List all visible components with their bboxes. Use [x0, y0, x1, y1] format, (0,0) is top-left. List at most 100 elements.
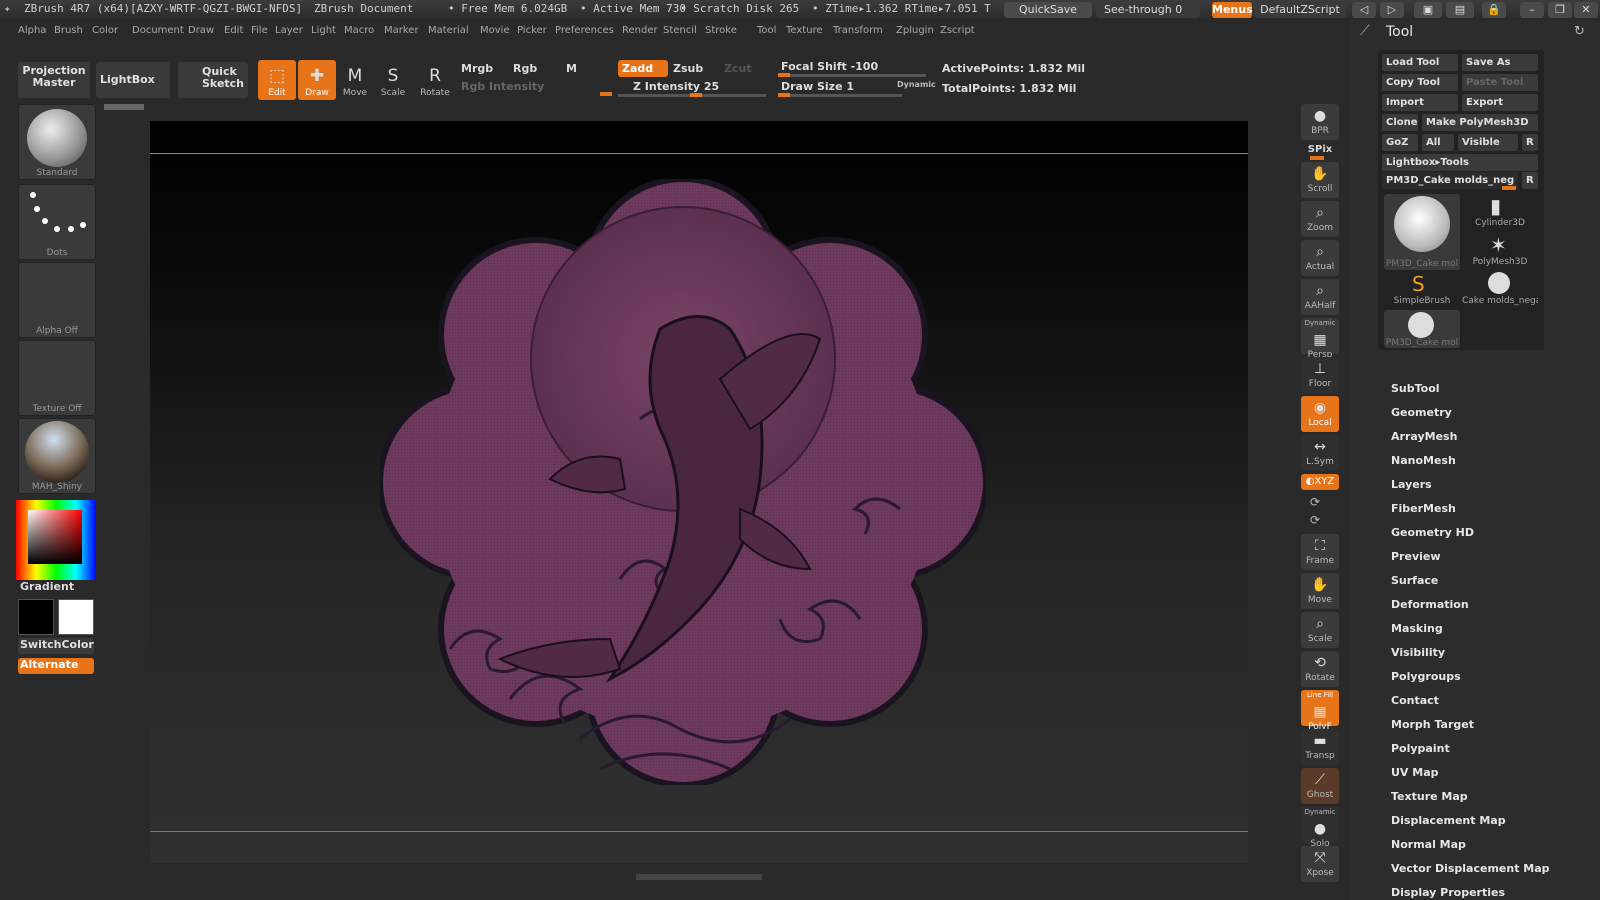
stroke-slot[interactable]: Dots — [18, 184, 96, 260]
layout2-icon[interactable]: ▤ — [1446, 2, 1474, 18]
pm3d-thumb-2[interactable]: PM3D_Cake mol — [1384, 310, 1460, 348]
lightbox-tools-button[interactable]: Lightbox▸Tools — [1382, 154, 1538, 171]
bpr-button[interactable]: ● BPR — [1301, 104, 1339, 140]
xyz-button[interactable]: ◐XYZ — [1301, 474, 1339, 490]
panel-reset-icon[interactable]: ↻ — [1574, 24, 1585, 39]
cake-molds-thumb[interactable]: Cake molds_nega — [1462, 272, 1538, 308]
aahalf-button[interactable]: ⌕ AAHalf — [1301, 279, 1339, 315]
switchcolor-button[interactable]: SwitchColor — [18, 638, 94, 654]
section-displacement-map[interactable]: Displacement Map — [1391, 814, 1506, 827]
menu-document[interactable]: Document — [132, 25, 184, 36]
layout-icon[interactable]: ▣ — [1414, 2, 1442, 18]
section-preview[interactable]: Preview — [1391, 550, 1441, 563]
export-button[interactable]: Export — [1462, 94, 1538, 111]
dynamic-toggle[interactable]: Dynamic — [897, 80, 936, 89]
secondary-color-swatch[interactable] — [58, 599, 94, 635]
goz-r-button[interactable]: R — [1522, 134, 1538, 151]
primary-color-swatch[interactable] — [18, 599, 54, 635]
rotate-button[interactable]: R Rotate — [416, 60, 454, 100]
spix-slider[interactable]: SPix — [1302, 144, 1338, 155]
section-geometry[interactable]: Geometry — [1391, 406, 1452, 419]
goz-all-button[interactable]: All — [1422, 134, 1454, 151]
goz-button[interactable]: GoZ — [1382, 134, 1418, 151]
transp-button[interactable]: ▬ Transp — [1301, 729, 1339, 765]
menu-render[interactable]: Render — [622, 25, 658, 36]
m-button[interactable]: M — [566, 62, 577, 75]
persp-button[interactable]: Dynamic ▦ Persp — [1301, 318, 1339, 360]
z-intensity-slider[interactable]: Z Intensity 25 — [633, 80, 719, 93]
quick-sketch-button[interactable]: Quick Sketch — [178, 62, 248, 98]
koi-relief-model[interactable] — [380, 179, 986, 785]
color-picker[interactable] — [16, 500, 96, 580]
menus-button[interactable]: Menus — [1212, 2, 1253, 18]
brush-slot[interactable]: Standard — [18, 104, 96, 180]
menu-draw[interactable]: Draw — [188, 25, 214, 36]
move-button[interactable]: M Move — [336, 60, 374, 100]
section-geometry-hd[interactable]: Geometry HD — [1391, 526, 1474, 539]
zsub-button[interactable]: Zsub — [673, 62, 703, 75]
menu-edit[interactable]: Edit — [224, 25, 243, 36]
scroll-button[interactable]: ✋ Scroll — [1301, 162, 1339, 198]
ghost-button[interactable]: ⟋ Ghost — [1301, 768, 1339, 804]
menu-texture[interactable]: Texture — [786, 25, 823, 36]
section-contact[interactable]: Contact — [1391, 694, 1439, 707]
menu-tool[interactable]: Tool — [757, 25, 776, 36]
shelf-right-icon[interactable]: ▷ — [1380, 2, 1404, 18]
menu-material[interactable]: Material — [428, 25, 469, 36]
goz-visible-button[interactable]: Visible — [1458, 134, 1518, 151]
lsym-button[interactable]: ↔ L.Sym — [1301, 435, 1339, 471]
menu-zscript[interactable]: Zscript — [940, 25, 975, 36]
menu-marker[interactable]: Marker — [384, 25, 419, 36]
menu-alpha[interactable]: Alpha — [18, 25, 46, 36]
shelf-left-icon[interactable]: ◁ — [1352, 2, 1376, 18]
polymesh3d-thumb[interactable]: ✶ PolyMesh3D — [1462, 233, 1538, 269]
lightbox-button[interactable]: LightBox — [96, 62, 170, 98]
menu-movie[interactable]: Movie — [480, 25, 510, 36]
tray-handle[interactable] — [104, 104, 144, 110]
section-surface[interactable]: Surface — [1391, 574, 1438, 587]
tool-r-button[interactable]: R — [1522, 172, 1538, 189]
polyf-button[interactable]: Line Fill ▦ PolyF — [1301, 690, 1339, 732]
section-polygroups[interactable]: Polygroups — [1391, 670, 1461, 683]
rgb-button[interactable]: Rgb — [513, 62, 537, 75]
menu-stroke[interactable]: Stroke — [705, 25, 737, 36]
zcut-button[interactable]: Zcut — [724, 62, 752, 75]
copy-tool-button[interactable]: Copy Tool — [1382, 74, 1458, 91]
focal-shift-slider[interactable]: Focal Shift -100 — [781, 60, 878, 73]
section-subtool[interactable]: SubTool — [1391, 382, 1440, 395]
section-vector-displacement-map[interactable]: Vector Displacement Map — [1391, 862, 1550, 875]
menu-color[interactable]: Color — [92, 25, 118, 36]
section-deformation[interactable]: Deformation — [1391, 598, 1469, 611]
scale-button[interactable]: S Scale — [374, 60, 412, 100]
maximize-icon[interactable]: ❐ — [1548, 2, 1572, 18]
minimize-icon[interactable]: – — [1520, 2, 1544, 18]
edit-button[interactable]: ⬚ Edit — [258, 60, 296, 100]
scale-view-button[interactable]: ⌕ Scale — [1301, 612, 1339, 648]
cylinder3d-thumb[interactable]: ▮ Cylinder3D — [1462, 194, 1538, 230]
section-arraymesh[interactable]: ArrayMesh — [1391, 430, 1457, 443]
zoom-button[interactable]: ⌕ Zoom — [1301, 201, 1339, 237]
section-morph-target[interactable]: Morph Target — [1391, 718, 1474, 731]
texture-slot[interactable]: Texture Off — [18, 340, 96, 416]
floor-button[interactable]: ⊥ Floor — [1301, 357, 1339, 393]
menu-macro[interactable]: Macro — [344, 25, 374, 36]
rotate-z-icon[interactable]: ⟳ — [1310, 513, 1320, 527]
quicksave-button[interactable]: QuickSave — [1004, 2, 1092, 18]
menu-file[interactable]: File — [251, 25, 268, 36]
canvas-viewport[interactable] — [150, 121, 1248, 863]
clone-button[interactable]: Clone — [1382, 114, 1418, 131]
menu-zplugin[interactable]: Zplugin — [896, 25, 934, 36]
paste-tool-button[interactable]: Paste Tool — [1462, 74, 1538, 91]
simplebrush-thumb[interactable]: S SimpleBrush — [1384, 272, 1460, 308]
seethrough-slider[interactable]: See-through 0 — [1096, 2, 1200, 18]
alternate-button[interactable]: Alternate — [18, 658, 94, 674]
section-masking[interactable]: Masking — [1391, 622, 1443, 635]
section-layers[interactable]: Layers — [1391, 478, 1432, 491]
section-polypaint[interactable]: Polypaint — [1391, 742, 1450, 755]
zadd-button[interactable]: Zadd — [618, 60, 668, 77]
section-uv-map[interactable]: UV Map — [1391, 766, 1439, 779]
frame-button[interactable]: ⛶ Frame — [1301, 534, 1339, 570]
import-button[interactable]: Import — [1382, 94, 1458, 111]
section-visibility[interactable]: Visibility — [1391, 646, 1445, 659]
material-slot[interactable]: MAH_Shiny — [18, 418, 96, 494]
